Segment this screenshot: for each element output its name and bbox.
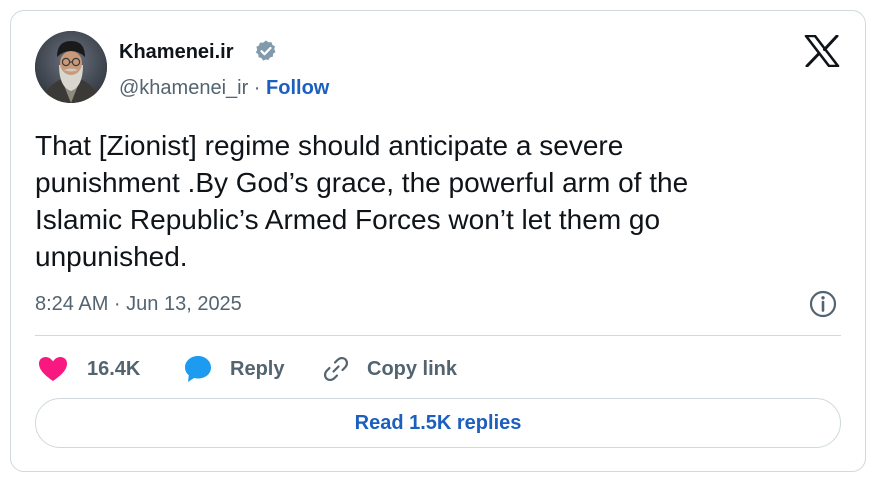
author-name[interactable]: Khamenei.ir (119, 39, 233, 65)
timestamp-link[interactable]: 8:24 AM · Jun 13, 2025 (35, 291, 242, 317)
follow-button[interactable]: Follow (266, 77, 329, 99)
copy-link-label: Copy link (367, 358, 458, 380)
reply-button[interactable]: Reply (183, 351, 284, 387)
tweet-line: unpunished. (35, 241, 188, 272)
tweet-line: That [Zionist] regime should anticipate … (35, 130, 624, 161)
info-icon[interactable] (808, 289, 838, 319)
reply-label: Reply (230, 358, 285, 380)
like-button[interactable]: 16.4K (37, 351, 140, 387)
like-count: 16.4K (87, 358, 141, 380)
read-replies-button[interactable]: Read 1.5K replies (35, 398, 841, 448)
tweet-line: Islamic Republic’s Armed Forces won’t le… (35, 204, 661, 235)
handle-separator: · (248, 77, 267, 99)
avatar[interactable] (35, 31, 107, 103)
tweet-card: Khamenei.ir @khamenei_ir · Follow That [… (10, 10, 866, 472)
verified-badge-icon (255, 40, 276, 61)
read-replies-label: Read 1.5K replies (354, 411, 522, 434)
handle-row: @khamenei_ir · Follow (119, 75, 329, 101)
divider (35, 335, 841, 336)
reply-bubble-icon (185, 356, 211, 382)
author-handle[interactable]: @khamenei_ir (119, 77, 248, 99)
tweet-text: That [Zionist] regime should anticipate … (35, 127, 835, 275)
link-icon (323, 356, 349, 382)
copy-link-button[interactable]: Copy link (321, 351, 457, 387)
heart-icon (39, 357, 67, 381)
tweet-line: punishment .By God’s grace, the powerful… (35, 167, 689, 198)
avatar-portrait (35, 31, 107, 103)
x-logo-icon[interactable] (804, 35, 840, 67)
